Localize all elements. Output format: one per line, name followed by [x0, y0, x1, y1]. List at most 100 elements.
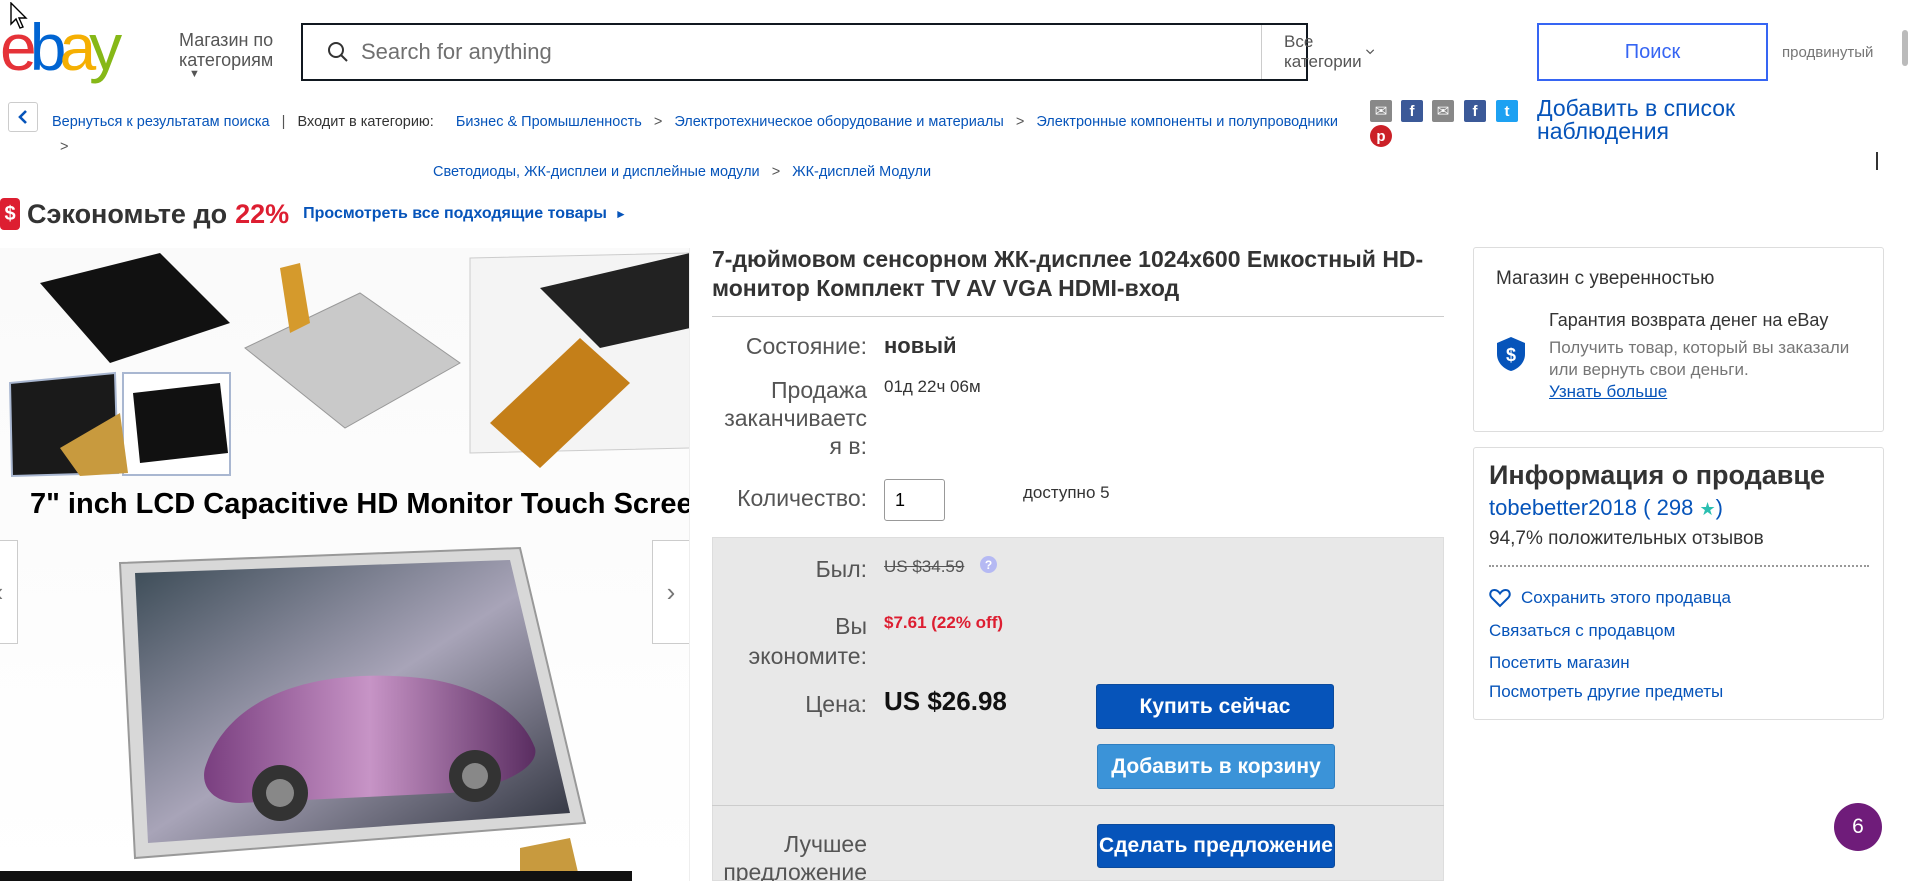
text-caret	[1876, 152, 1878, 170]
in-category-label: Входит в категорию:	[297, 114, 434, 130]
money-back-guarantee-desc: Получить товар, который вы заказали или …	[1549, 338, 1850, 379]
image-caption: 7" inch LCD Capacitive HD Monitor Touch …	[30, 488, 690, 520]
video-controls-bar	[0, 871, 632, 881]
email-icon[interactable]: ✉	[1370, 100, 1392, 122]
score-open: (	[1643, 495, 1651, 520]
advanced-search-link[interactable]: продвинутый	[1782, 44, 1873, 61]
confidence-title: Магазин с уверенностью	[1496, 268, 1715, 289]
chevron-right-icon: ›	[666, 576, 676, 607]
save-seller-link[interactable]: Сохранить этого продавца	[1489, 588, 1731, 608]
you-save-line1: Вы	[835, 613, 867, 639]
heart-icon	[1489, 588, 1511, 608]
back-button[interactable]	[8, 102, 38, 132]
see-all-text: Просмотреть все подходящие товары	[303, 205, 607, 222]
best-offer-label: Лучшее предложение	[712, 830, 867, 881]
ends-label-line2: заканчиваетс	[724, 405, 867, 431]
time-left-value: 01д 22ч 06м	[884, 377, 981, 396]
facebook-icon[interactable]: f	[1464, 100, 1486, 122]
mouse-cursor-icon	[10, 2, 28, 29]
price-value: US $26.98	[884, 686, 1007, 716]
scrollbar-thumb[interactable]	[1902, 30, 1908, 66]
positive-feedback: 94,7% положительных отзывов	[1489, 528, 1764, 549]
chevron-down-icon	[1366, 49, 1375, 55]
visit-store-link[interactable]: Посетить магазин	[1489, 653, 1630, 673]
best-offer-line2: предложение	[723, 859, 867, 881]
search-icon	[328, 42, 348, 62]
available-count: доступно 5	[1023, 483, 1110, 502]
shield-icon: $	[1497, 337, 1525, 371]
product-image-gallery[interactable]: 7" inch LCD Capacitive HD Monitor Touch …	[0, 248, 690, 881]
shop-by-category[interactable]: Магазин по категориям ▼	[179, 30, 274, 80]
savings-banner: $ Сэкономьте до 22% Просмотреть все подхо…	[0, 197, 627, 231]
seller-name-link[interactable]: tobebetter2018	[1489, 495, 1637, 520]
watchlist-line1: Добавить в список	[1537, 95, 1736, 121]
breadcrumb-item-business[interactable]: Бизнес & Промышленность	[456, 114, 642, 130]
search-input[interactable]	[361, 39, 1261, 65]
shop-by-line1: Магазин по	[179, 30, 274, 50]
gallery-next-button[interactable]: ›	[652, 540, 689, 644]
watchlist-line2: наблюдения	[1537, 118, 1670, 144]
breadcrumb-separator: >	[1015, 114, 1025, 130]
divider	[712, 805, 1444, 806]
email-icon[interactable]: ✉	[1432, 100, 1454, 122]
make-offer-button[interactable]: Сделать предложение	[1097, 824, 1335, 868]
quantity-input[interactable]	[884, 479, 945, 521]
see-all-eligible-items-link[interactable]: Просмотреть все подходящие товары ►	[303, 205, 627, 223]
add-to-watchlist-link[interactable]: Добавить в список наблюдения	[1537, 97, 1817, 143]
play-arrow-icon: ►	[614, 207, 627, 221]
you-save-line2: экономите:	[748, 643, 867, 669]
condition-label: Состояние:	[745, 333, 867, 359]
search-field[interactable]	[303, 25, 1261, 79]
pinterest-icon[interactable]: p	[1370, 125, 1392, 147]
condition-value: новый	[884, 333, 957, 358]
score-close: )	[1715, 495, 1723, 520]
save-seller-text: Сохранить этого продавца	[1521, 588, 1731, 607]
breadcrumb-item-leds[interactable]: Светодиоды, ЖК-дисплеи и дисплейные моду…	[433, 164, 760, 180]
savings-text: Сэкономьте до	[27, 198, 228, 229]
learn-more-link[interactable]: Узнать больше	[1549, 382, 1667, 402]
buy-it-now-button[interactable]: Купить сейчас	[1096, 684, 1334, 729]
chevron-left-icon	[18, 110, 27, 124]
contact-seller-link[interactable]: Связаться с продавцом	[1489, 621, 1675, 641]
search-button[interactable]: Поиск	[1537, 23, 1768, 81]
seller-info-box: Информация о продавце tobebetter2018 ( 2…	[1473, 447, 1884, 720]
breadcrumb-separator: >	[653, 114, 663, 130]
chat-badge-button[interactable]: 6	[1834, 803, 1882, 851]
help-icon[interactable]: ?	[980, 556, 997, 573]
breadcrumb-separator: >	[60, 139, 69, 155]
money-back-guarantee-title: Гарантия возврата денег на eBay	[1549, 310, 1829, 330]
ends-label: Продажа заканчиваетс я в:	[712, 376, 867, 460]
search-bar: Все категории	[301, 23, 1375, 81]
feedback-score-link[interactable]: 298	[1657, 495, 1694, 520]
gallery-prev-button[interactable]: ‹	[0, 540, 18, 644]
other-items-link[interactable]: Посмотреть другие предметы	[1489, 682, 1723, 702]
was-price-label: Был:	[815, 556, 867, 582]
was-price-value: US $34.59	[884, 557, 965, 576]
breadcrumb-separator: >	[771, 164, 781, 180]
price-tag-icon: $	[0, 198, 20, 230]
seller-name-row: tobebetter2018 ( 298 ★)	[1489, 495, 1723, 521]
breadcrumb: Вернуться к результатам поиска | Входит …	[52, 110, 1362, 185]
breadcrumb-divider: |	[281, 114, 286, 130]
divider	[1489, 565, 1869, 567]
divider	[712, 316, 1444, 317]
shield-dollar: $	[1506, 345, 1516, 365]
category-select[interactable]: Все категории	[1261, 25, 1398, 79]
facebook-icon[interactable]: f	[1401, 100, 1423, 122]
breadcrumb-item-electrical[interactable]: Электротехническое оборудование и матери…	[674, 114, 1003, 130]
breadcrumb-row-1: Вернуться к результатам поиска | Входит …	[52, 110, 1362, 160]
savings-label: Сэкономьте до 22%	[27, 199, 289, 230]
breadcrumb-item-components[interactable]: Электронные компоненты и полупроводники	[1036, 114, 1338, 130]
price-label: Цена:	[805, 691, 867, 717]
savings-percent: 22%	[235, 198, 290, 229]
star-icon: ★	[1699, 499, 1716, 519]
breadcrumb-row-2: Светодиоды, ЖК-дисплеи и дисплейные моду…	[52, 160, 1362, 185]
logo-y: y	[89, 14, 122, 84]
add-to-cart-button[interactable]: Добавить в корзину	[1097, 744, 1335, 789]
back-to-results-link[interactable]: Вернуться к результатам поиска	[52, 114, 270, 130]
breadcrumb-item-lcd-modules[interactable]: ЖК-дисплей Модули	[792, 164, 931, 180]
item-title: 7-дюймовом сенсорном ЖК-дисплее 1024x600…	[712, 246, 1424, 301]
product-image: 7" inch LCD Capacitive HD Monitor Touch …	[0, 248, 690, 881]
twitter-icon[interactable]: t	[1496, 100, 1518, 122]
best-offer-line1: Лучшее	[784, 831, 867, 857]
